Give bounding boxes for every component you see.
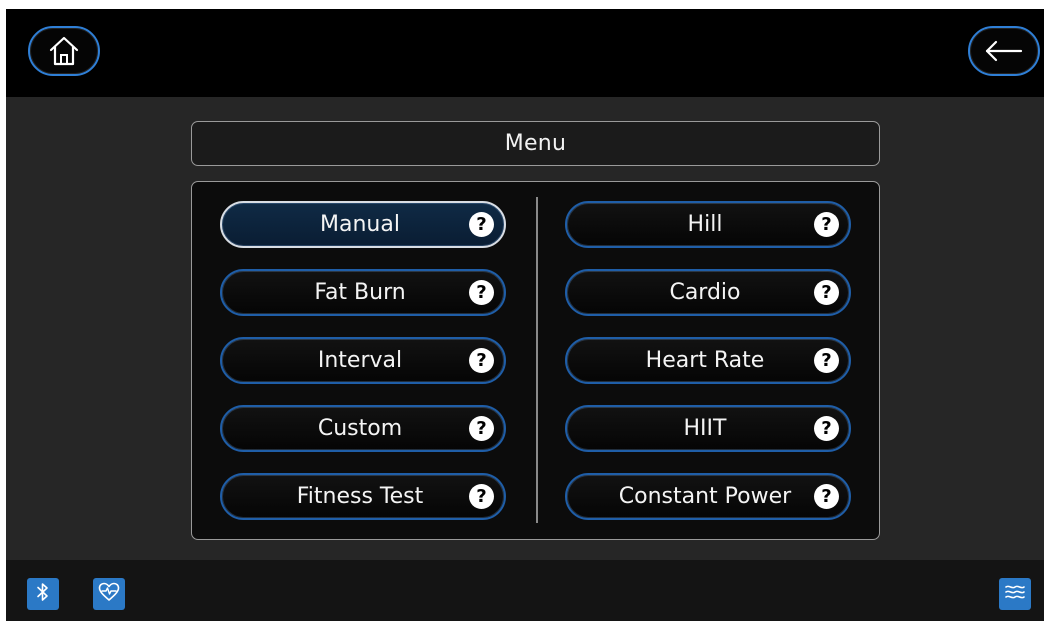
program-label: Interval	[317, 348, 403, 373]
heart-rate-button[interactable]	[93, 578, 125, 610]
heart-rate-icon	[98, 582, 120, 606]
help-icon[interactable]: ?	[814, 280, 839, 305]
help-icon[interactable]: ?	[469, 484, 494, 509]
program-label: Fat Burn	[314, 280, 406, 305]
home-icon	[47, 35, 81, 67]
program-label: Heart Rate	[645, 348, 765, 373]
back-button[interactable]	[968, 26, 1040, 76]
program-constant-power-button[interactable]: Constant Power ?	[565, 473, 851, 520]
help-icon[interactable]: ?	[814, 348, 839, 373]
back-arrow-icon	[984, 40, 1024, 62]
column-divider	[536, 197, 538, 523]
help-icon[interactable]: ?	[469, 280, 494, 305]
program-cardio-button[interactable]: Cardio ?	[565, 269, 851, 316]
help-icon[interactable]: ?	[469, 348, 494, 373]
program-fitness-test-button[interactable]: Fitness Test ?	[220, 473, 506, 520]
fan-icon	[1004, 583, 1026, 605]
program-label: HIIT	[683, 416, 727, 441]
bottom-bar	[6, 560, 1044, 621]
menu-title: Menu	[191, 121, 880, 166]
program-hiit-button[interactable]: HIIT ?	[565, 405, 851, 452]
help-icon[interactable]: ?	[814, 212, 839, 237]
program-label: Manual	[320, 212, 400, 237]
program-fat-burn-button[interactable]: Fat Burn ?	[220, 269, 506, 316]
program-heart-rate-button[interactable]: Heart Rate ?	[565, 337, 851, 384]
program-label: Hill	[687, 212, 723, 237]
program-label: Custom	[317, 416, 403, 441]
bluetooth-button[interactable]	[27, 578, 59, 610]
help-icon[interactable]: ?	[469, 416, 494, 441]
program-manual-button[interactable]: Manual ?	[220, 201, 506, 248]
program-hill-button[interactable]: Hill ?	[565, 201, 851, 248]
program-column-left: Manual ? Fat Burn ? Interval ? Custom ? …	[220, 201, 506, 541]
fan-button[interactable]	[999, 578, 1031, 610]
program-label: Cardio	[669, 280, 741, 305]
top-bar	[6, 9, 1044, 97]
program-label: Fitness Test	[296, 484, 424, 509]
help-icon[interactable]: ?	[469, 212, 494, 237]
help-icon[interactable]: ?	[814, 484, 839, 509]
screen: Menu Manual ? Fat Burn ? Interval ? Cust…	[6, 9, 1044, 621]
bluetooth-icon	[35, 582, 51, 606]
program-interval-button[interactable]: Interval ?	[220, 337, 506, 384]
program-custom-button[interactable]: Custom ?	[220, 405, 506, 452]
program-label: Constant Power	[618, 484, 792, 509]
home-button[interactable]	[28, 26, 100, 76]
help-icon[interactable]: ?	[814, 416, 839, 441]
program-panel: Manual ? Fat Burn ? Interval ? Custom ? …	[191, 181, 880, 540]
program-column-right: Hill ? Cardio ? Heart Rate ? HIIT ? Cons…	[565, 201, 851, 541]
